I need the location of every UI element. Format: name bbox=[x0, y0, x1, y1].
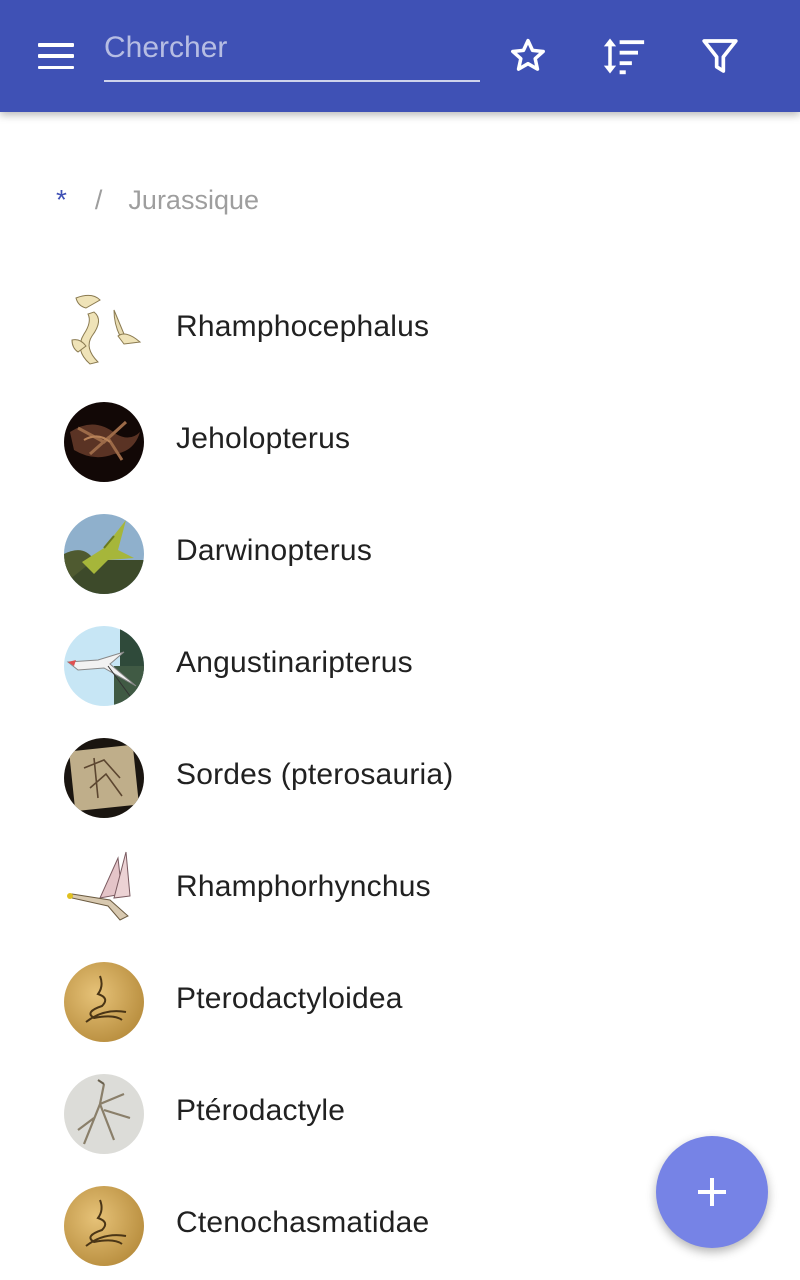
app-screen: * / Jurassique Rhamphocephalus bbox=[0, 0, 800, 1280]
menu-icon bbox=[38, 43, 74, 69]
plus-icon bbox=[698, 1178, 726, 1206]
taxon-list: Rhamphocephalus Jeholopterus Darwinopter… bbox=[0, 274, 800, 1280]
list-item[interactable]: Sordes (pterosauria) bbox=[0, 722, 800, 834]
thumbnail bbox=[64, 514, 144, 594]
sort-button[interactable] bbox=[596, 28, 652, 84]
thumbnail bbox=[64, 962, 144, 1042]
breadcrumb-current: Jurassique bbox=[128, 184, 259, 215]
list-item[interactable]: Jeholopterus bbox=[0, 386, 800, 498]
breadcrumb: * / Jurassique bbox=[56, 180, 259, 220]
menu-button[interactable] bbox=[24, 28, 88, 84]
thumbnail bbox=[64, 1074, 144, 1154]
thumbnail bbox=[64, 1186, 144, 1266]
list-item[interactable]: Rhamphocephalus bbox=[0, 274, 800, 386]
item-label: Rhamphocephalus bbox=[176, 310, 430, 343]
list-item[interactable]: Darwinopterus bbox=[0, 498, 800, 610]
breadcrumb-separator: / bbox=[94, 184, 103, 215]
thumbnail bbox=[64, 626, 144, 706]
thumbnail bbox=[64, 850, 144, 930]
item-label: Rhamphorhynchus bbox=[176, 870, 431, 903]
item-label: Pterodactyloidea bbox=[176, 982, 403, 1015]
list-item[interactable]: Pterodactyloidea bbox=[0, 946, 800, 1058]
filter-button[interactable] bbox=[692, 28, 748, 84]
sort-icon bbox=[603, 38, 645, 75]
item-label: Ptérodactyle bbox=[176, 1094, 346, 1127]
filter-icon bbox=[702, 39, 738, 73]
item-label: Sordes (pterosauria) bbox=[176, 758, 454, 791]
item-label: Darwinopterus bbox=[176, 534, 373, 567]
thumbnail bbox=[64, 290, 144, 370]
thumbnail bbox=[64, 738, 144, 818]
search-field bbox=[104, 22, 480, 82]
item-label: Jeholopterus bbox=[176, 422, 351, 455]
add-button[interactable] bbox=[656, 1136, 768, 1248]
star-outline-icon bbox=[511, 38, 545, 71]
thumbnail bbox=[64, 402, 144, 482]
breadcrumb-root-link[interactable]: * bbox=[56, 184, 67, 216]
search-input[interactable] bbox=[104, 28, 480, 68]
list-item[interactable]: Angustinaripterus bbox=[0, 610, 800, 722]
top-app-bar bbox=[0, 0, 800, 112]
list-item[interactable]: Rhamphorhynchus bbox=[0, 834, 800, 946]
item-label: Angustinaripterus bbox=[176, 646, 413, 679]
item-label: Ctenochasmatidae bbox=[176, 1206, 430, 1239]
favorites-button[interactable] bbox=[500, 28, 556, 84]
